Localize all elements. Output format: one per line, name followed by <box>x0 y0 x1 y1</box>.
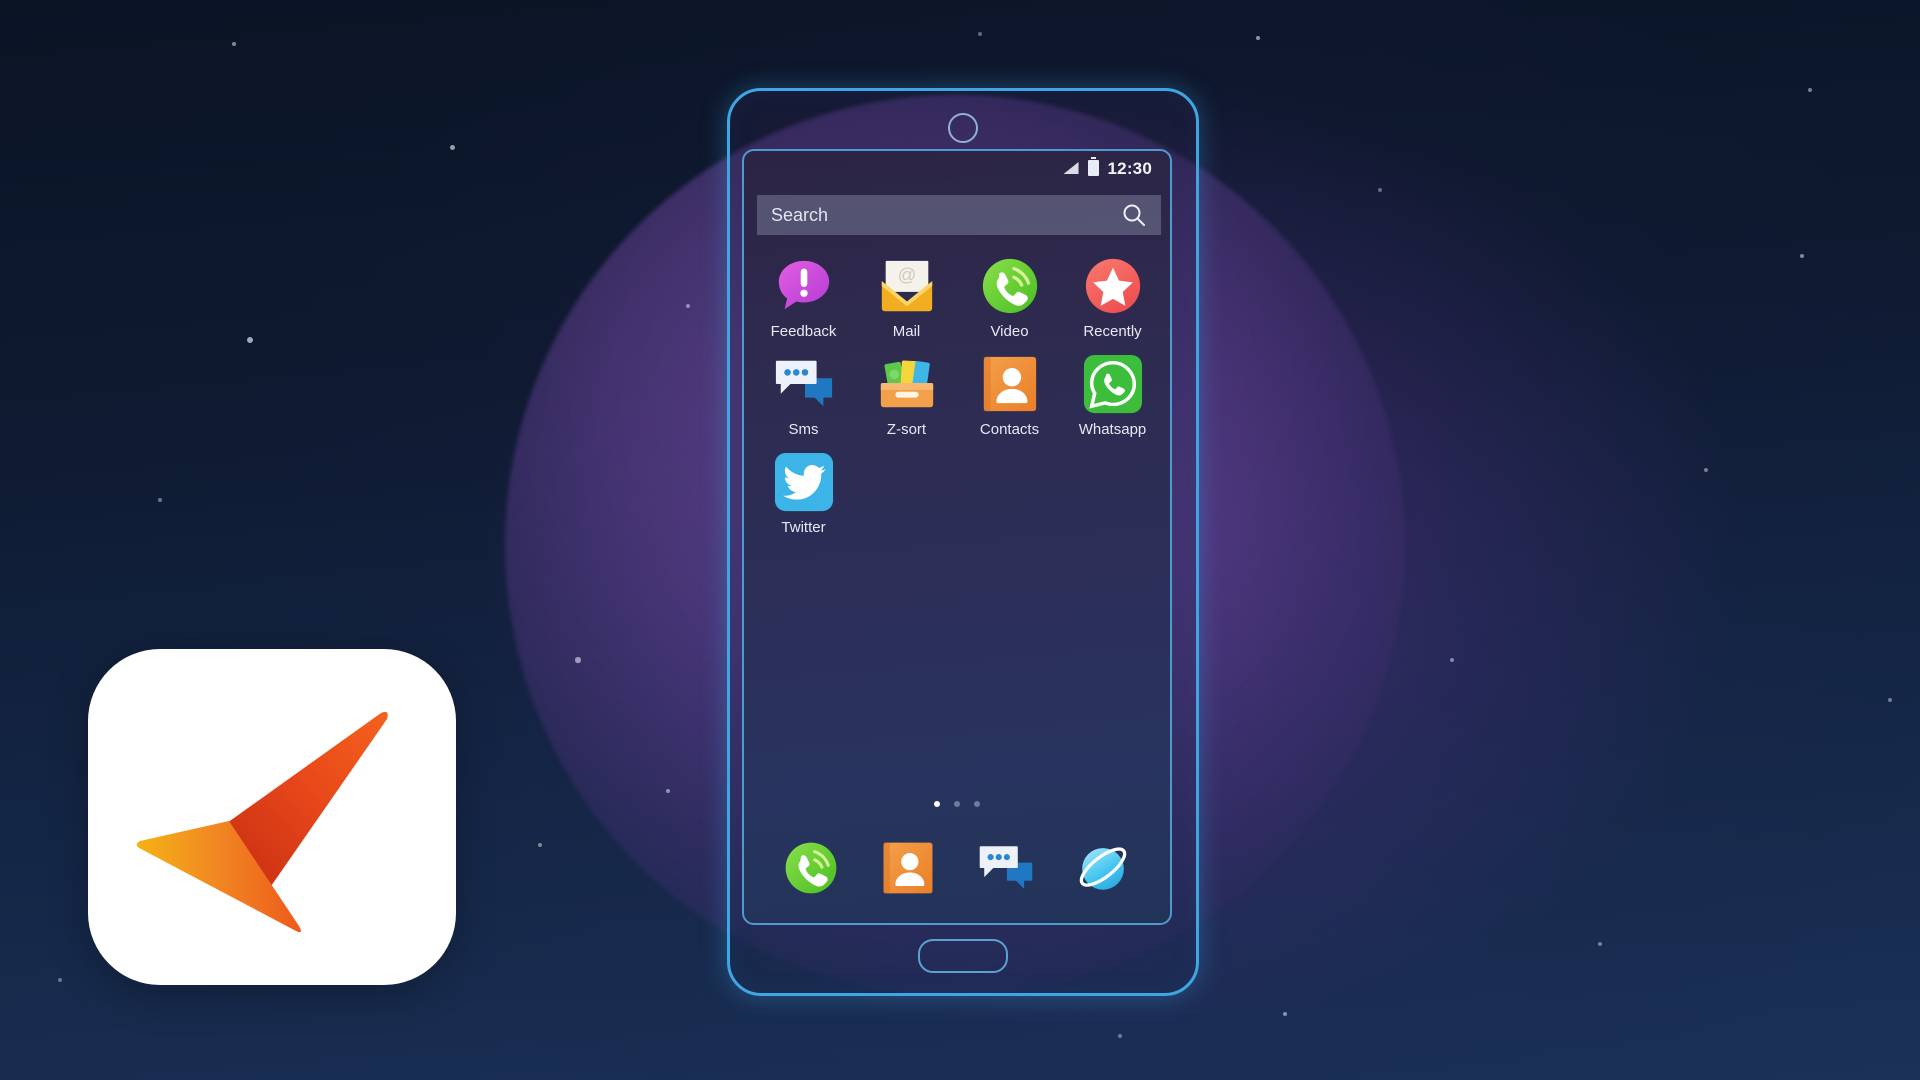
video-call-phone-icon[interactable] <box>979 255 1041 317</box>
dock-bar <box>744 839 1170 897</box>
phone-call-icon[interactable] <box>782 839 840 897</box>
star-dot <box>449 144 455 150</box>
mail-envelope-icon[interactable]: @ <box>876 255 938 317</box>
phone-device-frame: 12:30 Search Feedback @ Mail Video Recen… <box>727 88 1199 996</box>
star-dot <box>1799 253 1805 259</box>
feedback-chat-bubble-icon[interactable] <box>773 255 835 317</box>
app-grid: Feedback @ Mail Video Recently Sms Z-sor… <box>752 255 1166 549</box>
status-bar: 12:30 <box>744 151 1170 185</box>
star-dot <box>247 337 253 343</box>
star-dot <box>1888 698 1892 702</box>
sms-chat-bubbles-icon[interactable] <box>773 353 835 415</box>
star-dot <box>1703 467 1709 473</box>
star-dot <box>158 498 162 502</box>
app-label: Contacts <box>979 421 1040 438</box>
home-button[interactable] <box>918 939 1008 973</box>
star-dot <box>232 42 236 46</box>
app-icon-video[interactable]: Video <box>958 255 1061 339</box>
app-icon-contacts[interactable]: Contacts <box>958 353 1061 437</box>
app-label: Whatsapp <box>1078 421 1147 438</box>
page-dot-2[interactable] <box>954 801 960 807</box>
star-dot <box>1378 188 1382 192</box>
dock-item-browser[interactable] <box>1074 839 1132 897</box>
star-dot <box>1282 1011 1288 1017</box>
star-dot <box>978 32 982 36</box>
app-label: Mail <box>892 323 921 340</box>
front-camera-icon <box>948 113 978 143</box>
star-dot <box>1808 88 1812 92</box>
app-label: Recently <box>1083 323 1142 340</box>
app-label: Twitter <box>781 519 826 536</box>
svg-text:@: @ <box>897 264 916 285</box>
contacts-person-icon[interactable] <box>979 353 1041 415</box>
search-icon[interactable] <box>1121 202 1147 228</box>
twitter-bird-icon[interactable] <box>773 451 835 513</box>
dock-item-contacts[interactable] <box>879 839 937 897</box>
app-label: Z-sort <box>886 421 927 438</box>
status-bar-time: 12:30 <box>1107 158 1152 178</box>
z-sort-filebox-icon[interactable] <box>876 353 938 415</box>
search-input[interactable]: Search <box>757 195 1161 235</box>
app-label: Feedback <box>770 323 837 340</box>
star-dot <box>1118 1034 1122 1038</box>
app-icon-feedback[interactable]: Feedback <box>752 255 855 339</box>
phone-screen: 12:30 Search Feedback @ Mail Video Recen… <box>742 149 1172 925</box>
battery-icon <box>1087 157 1099 176</box>
contacts-person-icon[interactable] <box>879 839 937 897</box>
dock-item-phone[interactable] <box>782 839 840 897</box>
recently-star-icon[interactable] <box>1082 255 1144 317</box>
whatsapp-icon[interactable] <box>1082 353 1144 415</box>
search-placeholder-text: Search <box>771 204 829 225</box>
app-icon-recently[interactable]: Recently <box>1061 255 1164 339</box>
star-dot <box>1255 35 1261 41</box>
browser-planet-icon[interactable] <box>1074 839 1132 897</box>
app-label: Sms <box>788 421 819 438</box>
signal-bars-icon <box>1063 162 1079 174</box>
dock-item-messages[interactable] <box>977 839 1035 897</box>
app-icon-z-sort[interactable]: Z-sort <box>855 353 958 437</box>
page-dot-1[interactable] <box>934 801 940 807</box>
star-dot <box>1449 657 1455 663</box>
app-label: Video <box>990 323 1029 340</box>
page-indicator <box>744 801 1170 807</box>
star-dot <box>57 977 63 983</box>
star-dot <box>1598 942 1602 946</box>
star-dot <box>537 842 543 848</box>
page-dot-3[interactable] <box>974 801 980 807</box>
brand-arrow-logo-icon <box>88 649 456 985</box>
app-icon-mail[interactable]: @ Mail <box>855 255 958 339</box>
sms-chat-bubbles-icon[interactable] <box>977 839 1035 897</box>
screen-root: 12:30 Search Feedback @ Mail Video Recen… <box>0 0 1920 1080</box>
app-icon-sms[interactable]: Sms <box>752 353 855 437</box>
app-icon-twitter[interactable]: Twitter <box>752 451 855 535</box>
app-icon-whatsapp[interactable]: Whatsapp <box>1061 353 1164 437</box>
